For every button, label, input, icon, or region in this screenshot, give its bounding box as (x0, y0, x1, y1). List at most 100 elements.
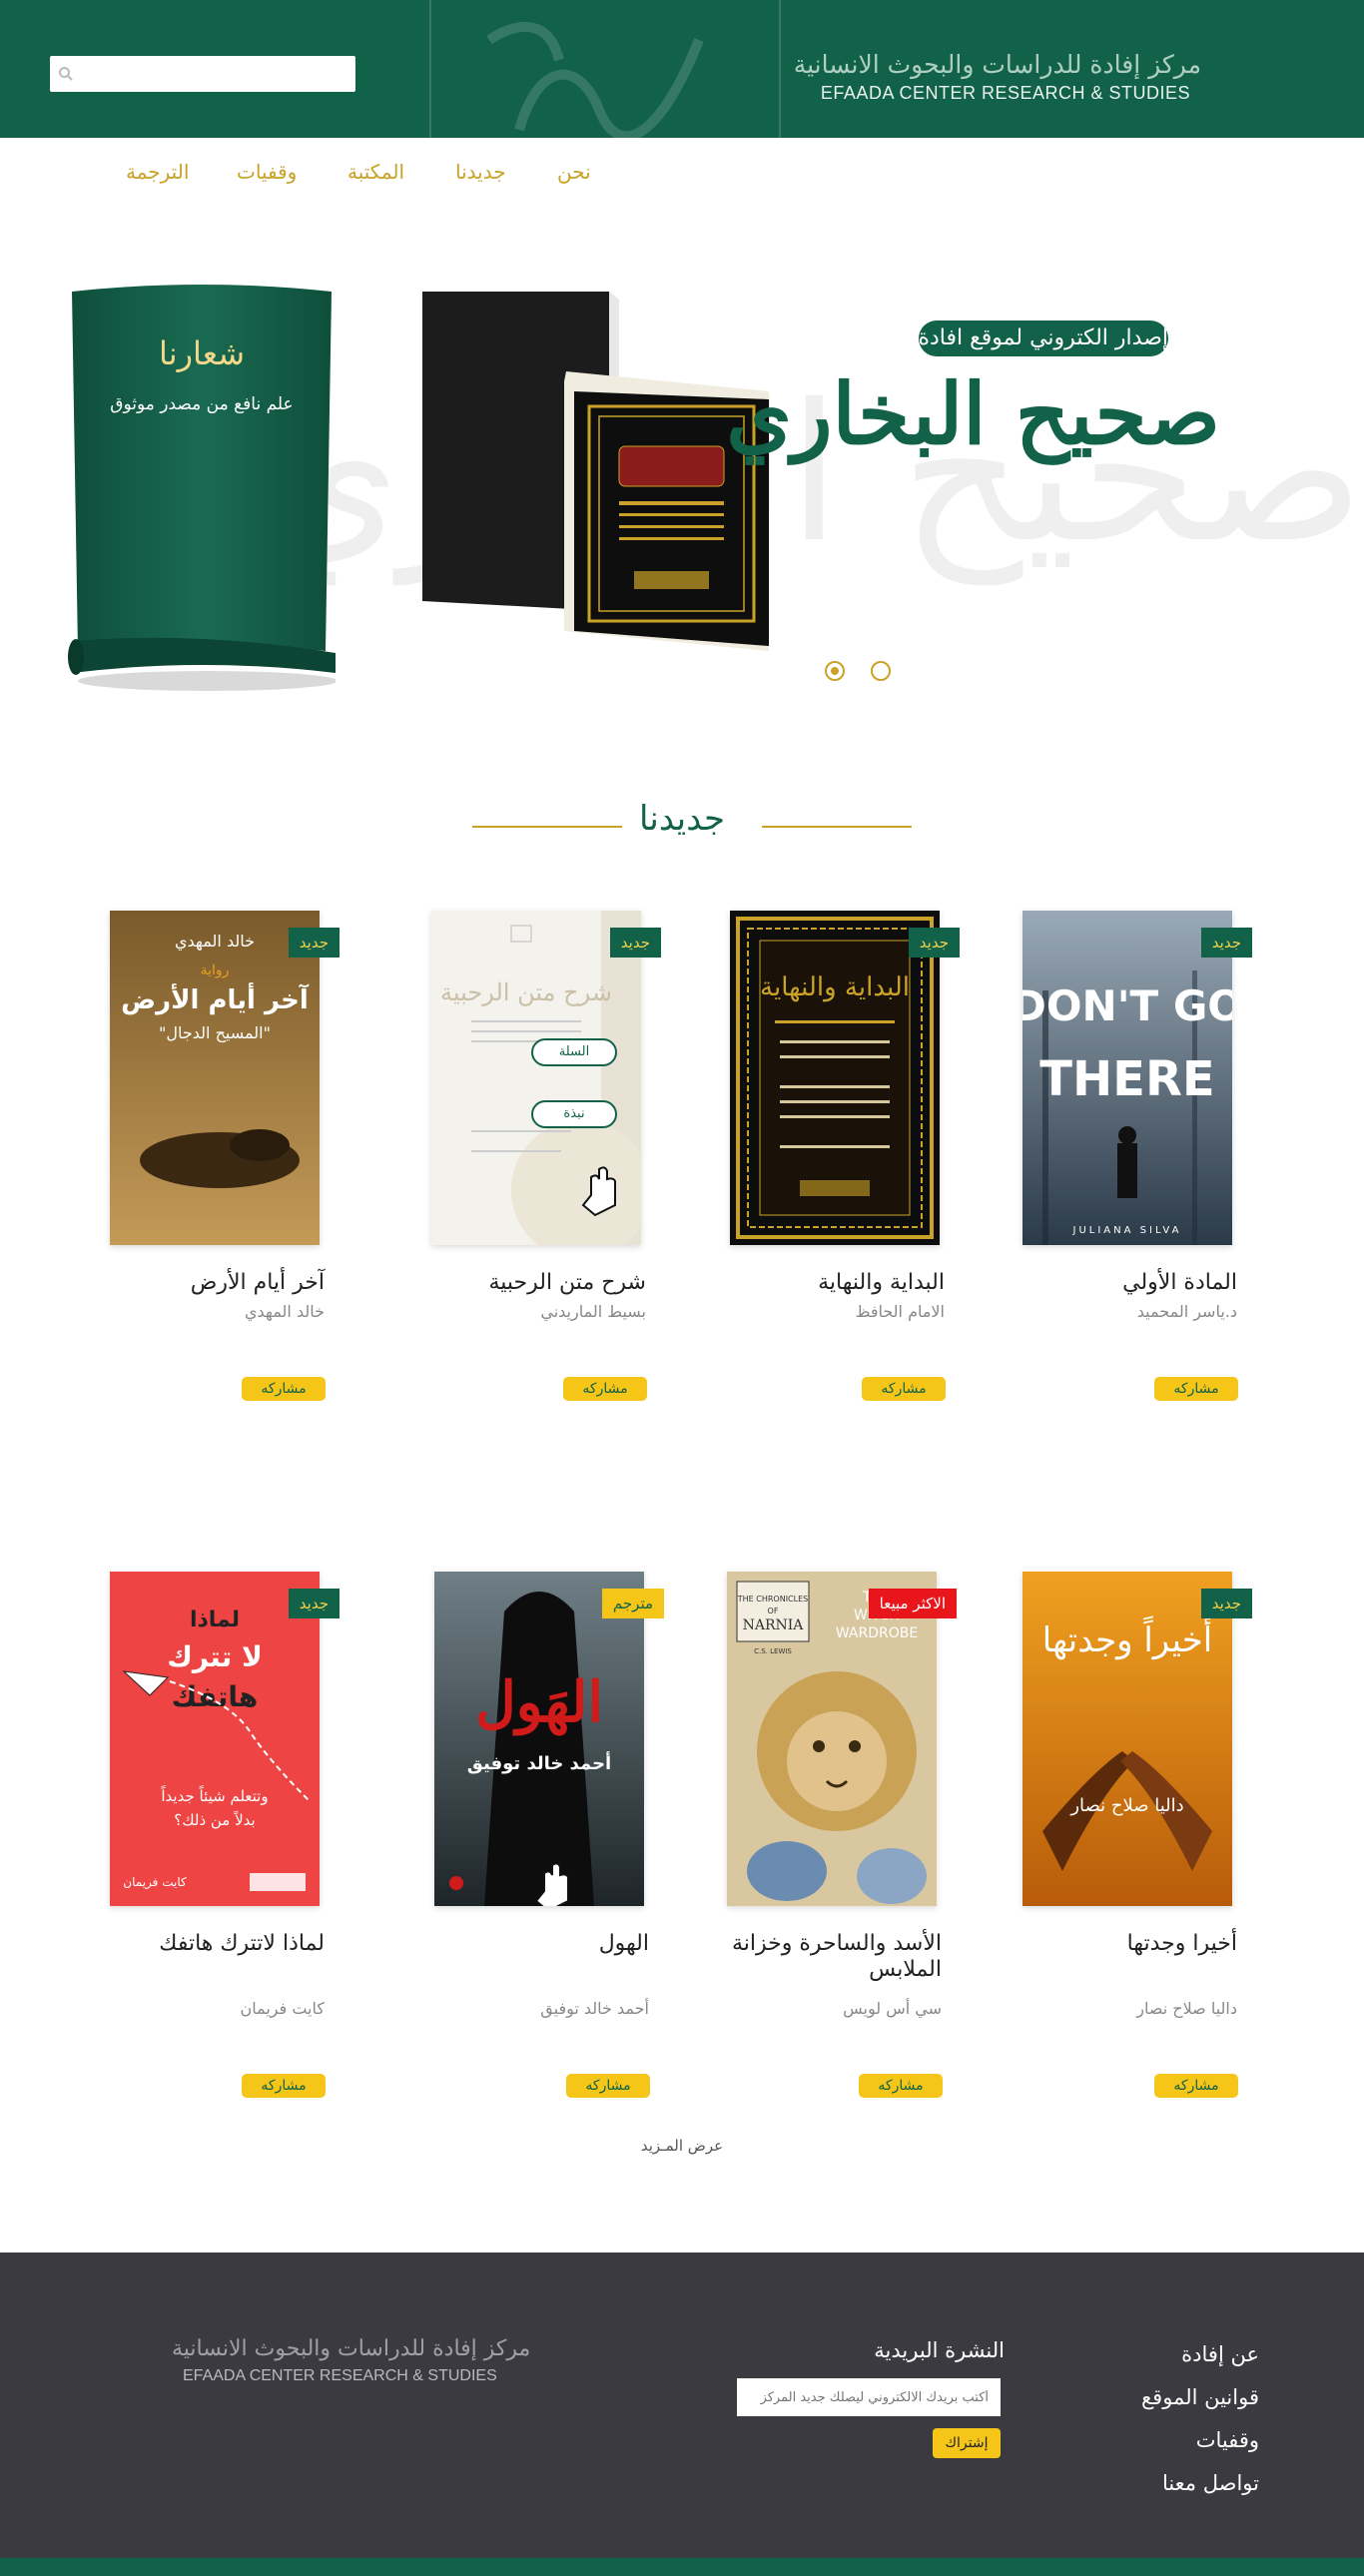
book-cover-image: THE CHRONICLES OF NARNIA C.S. LEWIS THE … (727, 1572, 937, 1906)
brief-overlay-button[interactable]: نبذة (531, 1100, 617, 1128)
book-cover-image: لماذا لا تترك هاتفك وتتعلم شيئاً جديداً … (110, 1572, 320, 1906)
footer-link-about[interactable]: عن إفادة (1181, 2342, 1259, 2366)
share-button[interactable]: مشاركه (566, 2074, 650, 2098)
svg-text:بدلاً من ذلك؟: بدلاً من ذلك؟ (174, 1810, 255, 1829)
book-card[interactable]: DON'T GO THERE JULIANA SILVA جديد المادة… (1023, 911, 1252, 1420)
share-button[interactable]: مشاركه (563, 1377, 647, 1401)
main-nav: نحن جديدنا المكتبة وقفيات الترجمة (0, 160, 1364, 188)
footer-link-contact[interactable]: تواصل معنا (1162, 2471, 1259, 2495)
book-badge: جديد (908, 928, 960, 958)
svg-text:NARNIA: NARNIA (743, 1617, 805, 1633)
book-cover[interactable]: THE CHRONICLES OF NARNIA C.S. LEWIS THE … (727, 1572, 937, 1906)
svg-text:THERE: THERE (1039, 1051, 1214, 1107)
book-title[interactable]: الهول (434, 1931, 649, 1957)
book-badge: الاكثر مبيعا (868, 1589, 957, 1618)
share-button[interactable]: مشاركه (242, 1377, 326, 1401)
book-cover[interactable]: البداية والنهاية (730, 911, 940, 1245)
book-cover-image: البداية والنهاية (730, 911, 940, 1245)
book-author: بسيط الماريدني (540, 1302, 646, 1321)
book-card[interactable]: أخيراً وجدتها داليا صلاح نصار جديد أخيرا… (1023, 1572, 1252, 2098)
svg-text:الهَول: الهَول (475, 1669, 603, 1736)
book-badge: جديد (288, 1589, 340, 1618)
hero-books-image (422, 292, 769, 651)
svg-text:لماذا: لماذا (190, 1608, 240, 1632)
book-cover[interactable]: شرح متن الرحبية (431, 911, 641, 1245)
book-card[interactable]: البداية والنهاية جديد البداية والنهاية ا… (730, 911, 960, 1420)
nav-item-new[interactable]: جديدنا (455, 160, 506, 184)
svg-text:"المسيح الدجال": "المسيح الدجال" (159, 1023, 271, 1043)
svg-text:كايت فريمان: كايت فريمان (123, 1875, 187, 1890)
new-releases-heading: جديدنا (0, 799, 1364, 849)
hero-slider[interactable]: صحيح البخاري شعارنا علم نافع من مصدر موث… (0, 230, 1364, 799)
book-title[interactable]: البداية والنهاية (730, 1270, 945, 1296)
site-logo-english[interactable]: EFAADA CENTER RESEARCH & STUDIES (821, 83, 1190, 104)
cart-overlay-button[interactable]: السلة (531, 1038, 617, 1066)
nav-item-library[interactable]: المكتبة (347, 160, 404, 184)
svg-text:آخر أيام الأرض: آخر أيام الأرض (121, 982, 310, 1015)
book-title[interactable]: الأسد والساحرة وخزانة الملابس (727, 1931, 942, 1984)
slider-dot-2[interactable] (871, 661, 891, 681)
hero-calligraphy-title: صحيح البخاري (726, 364, 1220, 463)
hero-slogan-subtitle: علم نافع من مصدر موثوق (110, 394, 294, 414)
svg-text:JULIANA SILVA: JULIANA SILVA (1072, 1225, 1182, 1236)
share-button[interactable]: مشاركه (242, 2074, 326, 2098)
book-author: أحمد خالد توفيق (540, 1999, 649, 2018)
svg-text:خالد المهدي: خالد المهدي (175, 932, 255, 952)
footer-logo-english[interactable]: EFAADA CENTER RESEARCH & STUDIES (183, 2367, 497, 2385)
nav-item-endowments[interactable]: وقفيات (237, 160, 297, 184)
book-cover-image: الهَول أحمد خالد توفيق (434, 1572, 644, 1906)
search-box[interactable] (50, 56, 355, 92)
book-title[interactable]: أخيرا وجدتها (1023, 1931, 1237, 1957)
book-cover-image: شرح متن الرحبية (431, 911, 641, 1245)
book-author: الامام الحافظ (855, 1302, 945, 1321)
search-input[interactable] (82, 62, 347, 86)
search-icon[interactable] (58, 66, 74, 82)
book-badge: جديد (1200, 928, 1252, 958)
newsletter-email-input[interactable] (737, 2378, 1001, 2416)
footer-link-terms[interactable]: قوانين الموقع (1141, 2385, 1259, 2409)
site-header: مركز إفادة للدراسات والبحوث الانسانية EF… (0, 0, 1364, 138)
book-cover[interactable]: خالد المهدي رواية آخر أيام الأرض "المسيح… (110, 911, 320, 1245)
share-button[interactable]: مشاركه (1154, 1377, 1238, 1401)
svg-text:THE CHRONICLES: THE CHRONICLES (737, 1595, 808, 1604)
svg-text:أحمد خالد توفيق: أحمد خالد توفيق (467, 1751, 611, 1774)
book-cover[interactable]: DON'T GO THERE JULIANA SILVA (1023, 911, 1232, 1245)
book-author: د.ياسر المحميد (1136, 1302, 1237, 1321)
svg-text:شرح متن الرحبية: شرح متن الرحبية (440, 978, 612, 1006)
book-card[interactable]: الهَول أحمد خالد توفيق مترجم الهول أحمد … (434, 1572, 664, 2098)
hero-edition-badge: إصدار الكتروني لموقع افادة (919, 321, 1168, 356)
book-cover-image: DON'T GO THERE JULIANA SILVA (1023, 911, 1232, 1245)
slider-dot-1[interactable] (825, 661, 845, 681)
book-title[interactable]: لماذا لاتترك هاتفك (110, 1931, 325, 1957)
book-badge: جديد (1200, 1589, 1252, 1618)
header-calligraphy-decoration (429, 0, 781, 138)
nav-item-about[interactable]: نحن (557, 160, 591, 184)
book-card[interactable]: THE CHRONICLES OF NARNIA C.S. LEWIS THE … (727, 1572, 957, 2098)
book-card[interactable]: خالد المهدي رواية آخر أيام الأرض "المسيح… (110, 911, 340, 1420)
footer-bottom-bar (0, 2558, 1364, 2576)
footer-link-endowments[interactable]: وقفيات (1196, 2428, 1259, 2452)
share-button[interactable]: مشاركه (862, 1377, 946, 1401)
hero-slogan-title: شعارنا (158, 334, 246, 372)
book-title[interactable]: آخر أيام الأرض (110, 1270, 325, 1296)
svg-text:أخيراً وجدتها: أخيراً وجدتها (1042, 1615, 1213, 1660)
share-button[interactable]: مشاركه (1154, 2074, 1238, 2098)
book-cover[interactable]: أخيراً وجدتها داليا صلاح نصار (1023, 1572, 1232, 1906)
site-logo-arabic[interactable]: مركز إفادة للدراسات والبحوث الانسانية (794, 50, 1201, 79)
book-cover[interactable]: لماذا لا تترك هاتفك وتتعلم شيئاً جديداً … (110, 1572, 320, 1906)
share-button[interactable]: مشاركه (859, 2074, 943, 2098)
book-cover[interactable]: الهَول أحمد خالد توفيق (434, 1572, 644, 1906)
book-badge: جديد (288, 928, 340, 958)
book-card[interactable]: لماذا لا تترك هاتفك وتتعلم شيئاً جديداً … (110, 1572, 340, 2098)
book-card[interactable]: شرح متن الرحبية السلة نبذة جديد شرح متن … (431, 911, 661, 1420)
show-more-link[interactable]: عرض المـزيد (582, 2137, 782, 2155)
svg-text:C.S. LEWIS: C.S. LEWIS (754, 1647, 792, 1655)
svg-text:داليا صلاح نصار: داليا صلاح نصار (1069, 1795, 1183, 1816)
book-author: داليا صلاح نصار (1136, 1999, 1237, 2018)
svg-text:هاتفك: هاتفك (172, 1680, 259, 1713)
book-title[interactable]: المادة الأولي (1023, 1270, 1237, 1296)
book-title[interactable]: شرح متن الرحبية (431, 1270, 646, 1296)
footer-logo-arabic[interactable]: مركز إفادة للدراسات والبحوث الانسانية (172, 2336, 530, 2361)
subscribe-button[interactable]: إشتراك (933, 2428, 1001, 2458)
nav-item-translation[interactable]: الترجمة (126, 160, 189, 184)
